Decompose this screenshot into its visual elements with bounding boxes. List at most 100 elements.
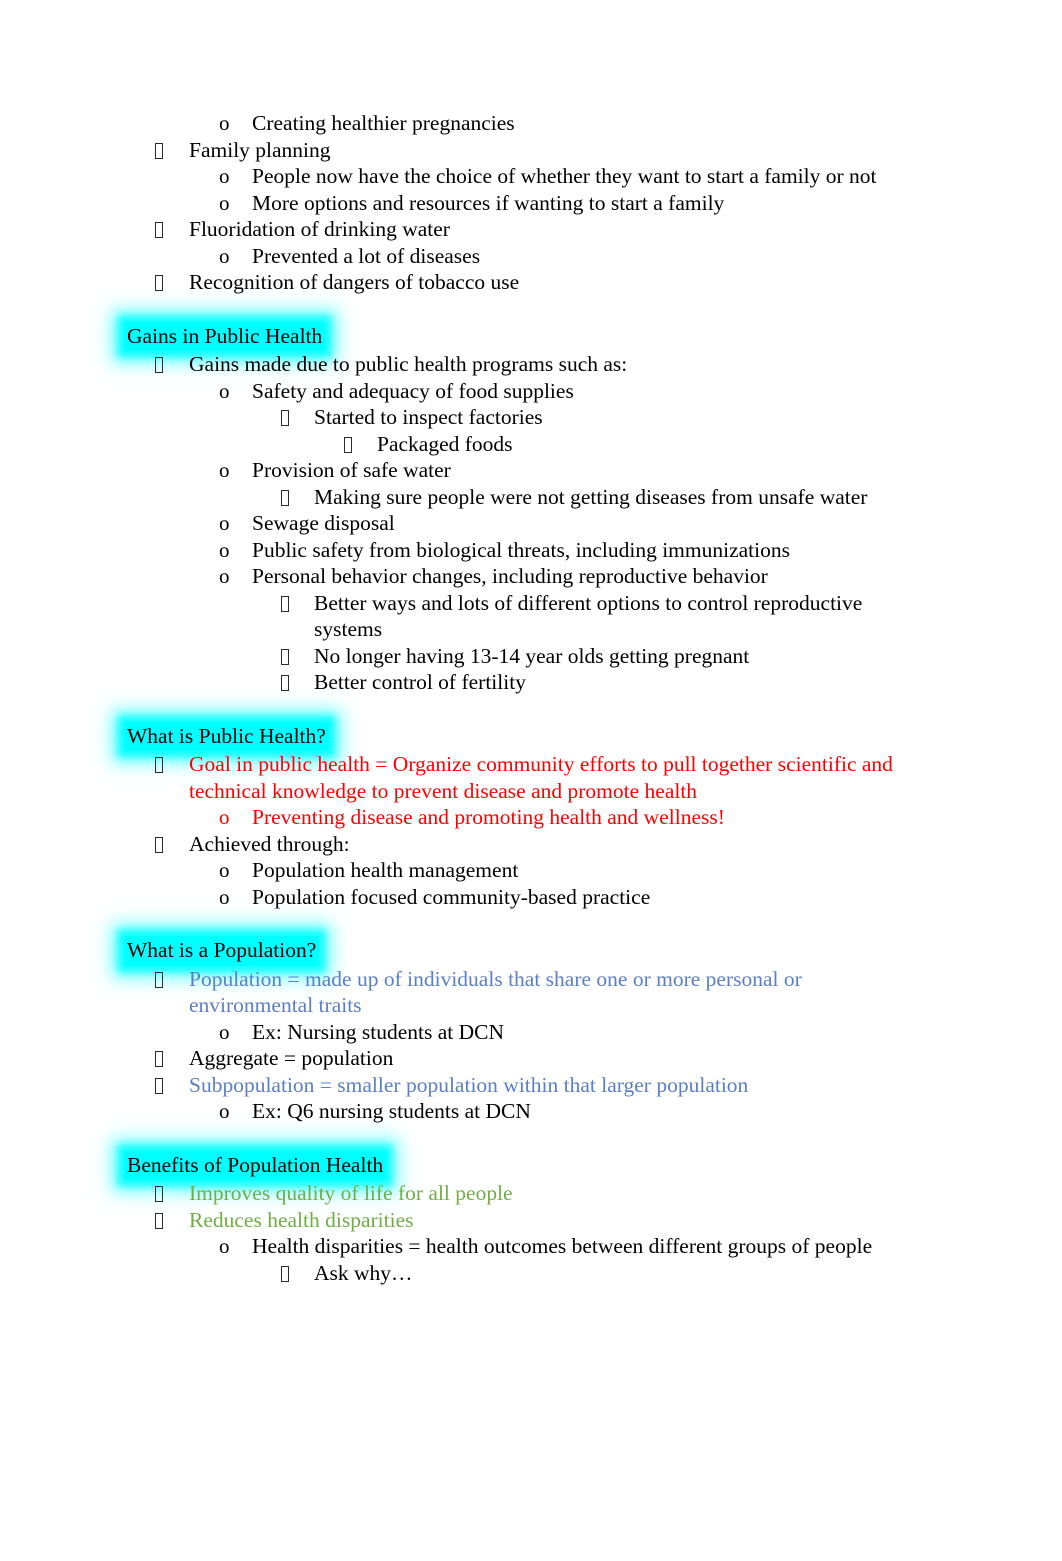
bullet-marker-o: o [219, 243, 230, 268]
bullet-marker-box-icon [155, 966, 175, 993]
tofu-box-icon [281, 1265, 289, 1282]
bullet-marker-box-icon [155, 1207, 175, 1234]
list-item-text: Sewage disposal [252, 511, 395, 535]
list-item-text: Population focused community-based pract… [252, 884, 651, 909]
bullet-marker-box-icon [281, 404, 301, 431]
list-item-text: Packaged foods [377, 431, 513, 456]
list-item: Gains made due to public health programs… [0, 351, 1062, 378]
list-item-text: Making sure people were not getting dise… [314, 484, 868, 509]
bullet-marker-box-icon [155, 216, 175, 243]
list-item-text: Recognition of dangers of tobacco use [189, 270, 520, 294]
list-item-text: Started to inspect factories [314, 405, 543, 429]
tofu-box-icon [155, 357, 163, 373]
tofu-box-icon [155, 275, 163, 291]
tofu-box-icon [155, 1212, 163, 1229]
list-item: Better ways and lots of different option… [0, 590, 1062, 643]
list-item-text: Gains made due to public health programs… [189, 352, 628, 376]
document-page: o Creating healthier pregnancies Family pl… [0, 0, 1062, 1561]
list-item-text: More options and resources if wanting to… [252, 190, 725, 215]
highlighted-heading-text: Gains in Public Health [124, 321, 326, 351]
bullet-marker-o: o [219, 111, 230, 135]
list-item: Achieved through: [0, 831, 1062, 858]
list-item: o More options and resources if wanting t… [0, 190, 1062, 217]
list-item-text: Ex: Nursing students at DCN [252, 1019, 505, 1044]
tofu-box-icon [155, 836, 163, 853]
section-heading: Gains in Public Health [0, 321, 1062, 351]
tofu-box-icon [281, 410, 289, 426]
list-item: Recognition of dangers of tobacco use [0, 269, 1062, 296]
bullet-marker-o: o [219, 511, 230, 535]
bullet-marker-o: o [219, 1019, 230, 1044]
list-item: Improves quality of life for all people [0, 1180, 1062, 1207]
section-heading: What is Public Health? [0, 721, 1062, 751]
list-item-text: Subpopulation = smaller population withi… [189, 1072, 749, 1097]
list-item-text: Better control of fertility [314, 670, 526, 694]
list-item-text: Family planning [189, 137, 331, 162]
list-item-text: Creating healthier pregnancies [252, 111, 515, 135]
list-item-text: Fluoridation of drinking water [189, 217, 450, 241]
list-item: Population = made up of individuals that… [0, 966, 1062, 1019]
tofu-box-icon [281, 675, 289, 691]
bullet-marker-o: o [219, 858, 230, 882]
list-item: Reduces health disparities [0, 1207, 1062, 1234]
bullet-marker-o: o [219, 884, 230, 909]
bullet-marker-o: o [219, 164, 230, 188]
list-item: o Provision of safe water [0, 457, 1062, 484]
list-item: Started to inspect factories [0, 404, 1062, 431]
list-item: Aggregate = population [0, 1045, 1062, 1072]
list-item-text: Ask why… [314, 1260, 413, 1285]
list-item: o Creating healthier pregnancies [0, 110, 1062, 137]
tofu-box-icon [281, 595, 289, 612]
list-item: o Population focused community-based prac… [0, 884, 1062, 911]
list-item: Family planning [0, 137, 1062, 164]
list-item-text: Aggregate = population [189, 1046, 394, 1070]
list-item: o Population health management [0, 857, 1062, 884]
bullet-marker-box-icon [281, 643, 301, 670]
bullet-marker-o: o [219, 1099, 230, 1123]
bullet-marker-o: o [219, 458, 230, 482]
list-item: o Prevented a lot of diseases [0, 243, 1062, 270]
bullet-marker-box-icon [344, 431, 364, 458]
bullet-marker-box-icon [155, 831, 175, 858]
bullet-marker-o: o [219, 537, 230, 562]
list-item-text: People now have the choice of whether th… [252, 164, 877, 188]
list-item: o Ex: Nursing students at DCN [0, 1019, 1062, 1046]
list-item-text: Provision of safe water [252, 458, 451, 482]
list-item: Ask why… [0, 1260, 1062, 1287]
bullet-marker-box-icon [155, 1045, 175, 1072]
bullet-marker-o: o [219, 564, 230, 588]
bullet-marker-box-icon [281, 484, 301, 511]
tofu-box-icon [155, 971, 163, 988]
list-item: Better control of fertility [0, 669, 1062, 696]
bullet-marker-box-icon [281, 590, 301, 617]
list-item: o Personal behavior changes, including re… [0, 563, 1062, 590]
list-item-text: Health disparities = health outcomes bet… [252, 1234, 873, 1258]
bullet-marker-o: o [219, 1234, 230, 1258]
tofu-box-icon [155, 757, 163, 773]
list-item-text: Public safety from biological threats, i… [252, 537, 790, 562]
tofu-box-icon [155, 1186, 163, 1202]
bullet-marker-box-icon [281, 669, 301, 696]
list-item-text: Prevented a lot of diseases [252, 243, 481, 268]
bullet-marker-box-icon [155, 1180, 175, 1207]
highlighted-heading-text: What is Public Health? [124, 721, 329, 751]
list-item: o Ex: Q6 nursing students at DCN [0, 1098, 1062, 1125]
tofu-box-icon [155, 222, 163, 238]
list-item-text: No longer having 13-14 year olds getting… [314, 643, 750, 668]
list-item: Goal in public health = Organize communi… [0, 751, 1062, 804]
list-item: o Public safety from biological threats, … [0, 537, 1062, 564]
bullet-marker-box-icon [155, 751, 175, 778]
list-item: o Safety and adequacy of food supplies [0, 378, 1062, 405]
bullet-marker-box-icon [155, 269, 175, 296]
highlighted-heading-text: What is a Population? [124, 936, 320, 966]
list-item-text: Ex: Q6 nursing students at DCN [252, 1099, 531, 1123]
list-item: No longer having 13-14 year olds getting… [0, 643, 1062, 670]
list-item: Making sure people were not getting dise… [0, 484, 1062, 511]
list-item: Fluoridation of drinking water [0, 216, 1062, 243]
section-heading: Benefits of Population Health [0, 1150, 1062, 1180]
list-item-text: Reduces health disparities [189, 1207, 414, 1232]
bullet-marker-o: o [219, 190, 230, 215]
